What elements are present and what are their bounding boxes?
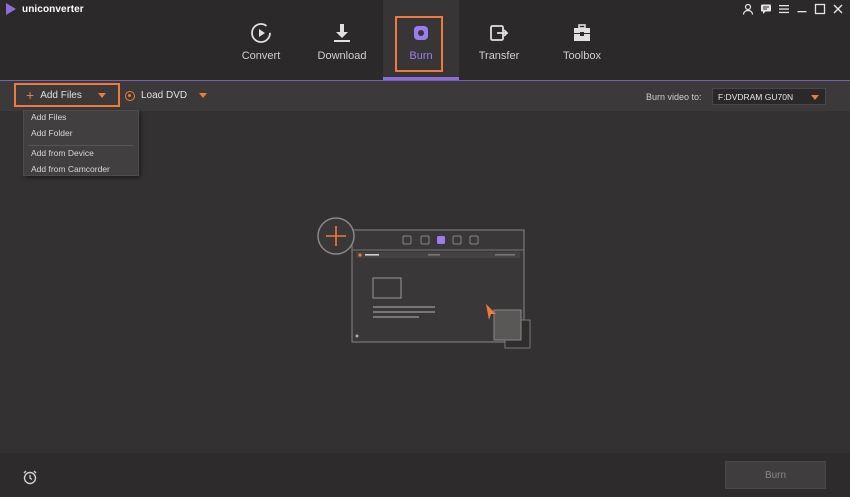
- close-icon[interactable]: [832, 3, 844, 15]
- app-brand: uniconverter: [6, 3, 84, 15]
- app-name: uniconverter: [22, 3, 84, 15]
- burn-button[interactable]: Burn: [725, 461, 826, 489]
- tab-toolbox[interactable]: Toolbox: [551, 0, 613, 78]
- burn-to-label: Burn video to:: [646, 92, 702, 102]
- alarm-clock-icon[interactable]: [22, 469, 38, 485]
- load-dvd-label: Load DVD: [141, 90, 188, 101]
- tab-convert[interactable]: Convert: [230, 0, 292, 78]
- tab-download[interactable]: Download: [311, 0, 373, 78]
- window-controls: [742, 3, 844, 15]
- transfer-icon: [490, 25, 509, 41]
- empty-state-illustration[interactable]: [300, 210, 540, 360]
- burn-tab-highlight: [395, 16, 443, 72]
- disc-icon: [125, 90, 135, 101]
- load-dvd-button[interactable]: Load DVD: [125, 90, 208, 101]
- tab-transfer[interactable]: Transfer: [468, 0, 530, 78]
- add-files-menu: Add Files Add Folder Add from Device Add…: [23, 110, 139, 176]
- toolbox-icon: [574, 24, 590, 41]
- user-icon[interactable]: [742, 3, 754, 15]
- menu-item-add-from-device[interactable]: Add from Device: [31, 148, 94, 158]
- feedback-icon[interactable]: [760, 3, 772, 15]
- chevron-down-icon: [811, 95, 819, 100]
- add-files-button[interactable]: + Add Files: [14, 83, 120, 107]
- download-icon: [334, 24, 350, 42]
- chevron-down-icon[interactable]: [97, 92, 106, 98]
- tab-toolbox-label: Toolbox: [563, 50, 601, 62]
- tab-convert-label: Convert: [241, 50, 281, 62]
- tab-transfer-label: Transfer: [478, 50, 520, 62]
- burn-target-select[interactable]: F:DVDRAM GU70N: [712, 88, 826, 105]
- plus-icon: +: [26, 87, 35, 103]
- tab-download-label: Download: [317, 50, 367, 62]
- title-bar: uniconverter Convert Download Burn Trans…: [0, 0, 850, 80]
- bottom-bar: Burn: [0, 453, 850, 497]
- menu-item-add-from-camcorder[interactable]: Add from Camcorder: [31, 164, 110, 174]
- menu-item-add-folder[interactable]: Add Folder: [31, 128, 73, 138]
- chevron-down-icon[interactable]: [199, 93, 208, 98]
- menu-icon[interactable]: [778, 3, 790, 15]
- burn-target-value: F:DVDRAM GU70N: [718, 92, 794, 102]
- menu-divider: [28, 145, 134, 146]
- convert-icon: [251, 23, 271, 43]
- minimize-icon[interactable]: [796, 3, 808, 15]
- maximize-icon[interactable]: [814, 3, 826, 15]
- menu-item-add-files[interactable]: Add Files: [31, 112, 66, 122]
- toolbar: + Add Files Load DVD Burn video to: F:DV…: [0, 81, 850, 111]
- app-logo-icon: [6, 3, 16, 15]
- add-files-label: Add Files: [40, 89, 82, 101]
